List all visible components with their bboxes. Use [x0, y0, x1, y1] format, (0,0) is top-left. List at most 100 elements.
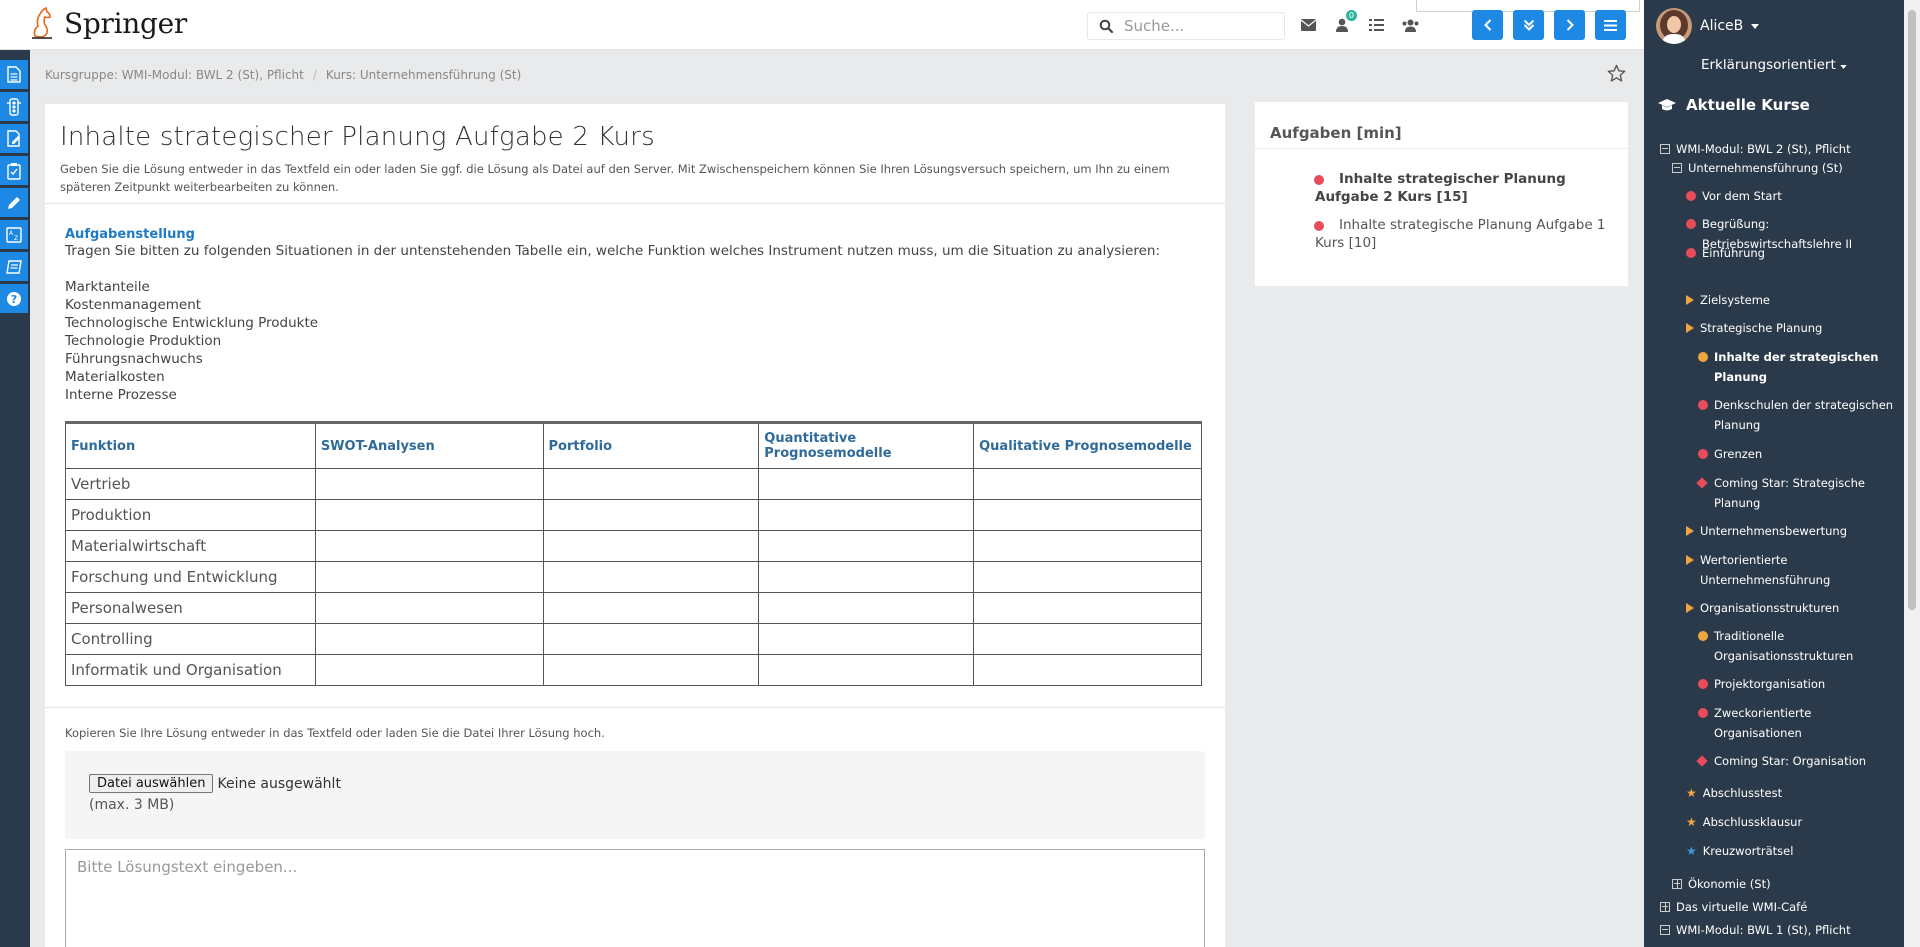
- table-cell[interactable]: [758, 623, 975, 655]
- expand-plus-icon[interactable]: [1672, 879, 1682, 889]
- sidebar-item[interactable]: ★ Abschlussklausur: [1686, 812, 1894, 832]
- sidebar-item[interactable]: Das virtuelle WMI-Café: [1660, 897, 1894, 917]
- scrollbar-thumb[interactable]: [1908, 10, 1916, 610]
- row-label: Produktion: [65, 499, 316, 531]
- table-cell[interactable]: [314, 561, 544, 593]
- table-cell[interactable]: [758, 561, 975, 593]
- double-chevron-down-icon: [1523, 19, 1534, 31]
- sidebar-item-label: Vor dem Start: [1702, 189, 1782, 203]
- sidebar-item[interactable]: WMI-Modul: BWL 2 (St), Pflicht: [1660, 139, 1894, 159]
- breadcrumb-course-group[interactable]: Kursgruppe: WMI-Modul: BWL 2 (St), Pflic…: [45, 68, 304, 82]
- sidebar-item[interactable]: Strategische Planung: [1686, 318, 1894, 338]
- expand-down-button[interactable]: [1513, 10, 1544, 40]
- expand-plus-icon[interactable]: [1660, 902, 1670, 912]
- table-cell[interactable]: [758, 530, 975, 562]
- table-cell[interactable]: [973, 530, 1202, 562]
- sidebar-item[interactable]: Vor dem Start: [1686, 186, 1894, 206]
- sidebar-item[interactable]: Coming Star: Organisation: [1696, 751, 1894, 771]
- status-dot-icon: [1686, 248, 1696, 258]
- sort-az-icon[interactable]: AZ: [0, 220, 28, 249]
- table-cell[interactable]: [542, 499, 760, 531]
- sidebar-item[interactable]: Einführung: [1686, 243, 1894, 263]
- search-icon[interactable]: [1088, 13, 1124, 39]
- left-tool-bar: AZ ?: [0, 50, 30, 947]
- previous-button[interactable]: [1472, 10, 1503, 40]
- user-menu[interactable]: AliceB: [1656, 8, 1760, 44]
- edit-document-icon[interactable]: [0, 124, 28, 153]
- traffic-light-icon[interactable]: [0, 92, 28, 121]
- row-label: Vertrieb: [65, 468, 316, 500]
- sidebar-item[interactable]: Inhalte der strategischen Planung: [1698, 347, 1894, 387]
- document-icon[interactable]: [0, 60, 28, 89]
- table-cell[interactable]: [542, 530, 760, 562]
- table-cell[interactable]: [542, 623, 760, 655]
- table-cell[interactable]: [973, 499, 1202, 531]
- table-row: Vertrieb: [65, 468, 1202, 500]
- clipboard-check-icon[interactable]: [0, 156, 28, 185]
- table-cell[interactable]: [314, 468, 544, 500]
- table-cell[interactable]: [973, 468, 1202, 500]
- bookmark-star-icon[interactable]: [1607, 64, 1626, 87]
- sidebar-item[interactable]: Organisationsstrukturen: [1686, 598, 1894, 618]
- book-icon[interactable]: [0, 252, 28, 281]
- task-link-active[interactable]: Inhalte strategischer Planung Aufgabe 2 …: [1314, 170, 1615, 206]
- table-cell[interactable]: [758, 468, 975, 500]
- table-cell[interactable]: [542, 654, 760, 686]
- next-button[interactable]: [1554, 10, 1585, 40]
- table-cell[interactable]: [973, 623, 1202, 655]
- collapse-minus-icon[interactable]: [1672, 163, 1682, 173]
- sidebar-item[interactable]: Ökonomie (St): [1672, 874, 1894, 894]
- task-link-label: Inhalte strategischer Planung Aufgabe 2 …: [1315, 171, 1566, 205]
- table-cell[interactable]: [314, 530, 544, 562]
- sidebar-item[interactable]: Zielsysteme: [1686, 290, 1894, 310]
- search-input[interactable]: [1124, 17, 1274, 35]
- list-icon[interactable]: [1366, 15, 1386, 35]
- notification-badge: 0: [1345, 10, 1357, 21]
- users-group-icon[interactable]: [1400, 15, 1420, 35]
- table-cell[interactable]: [314, 499, 544, 531]
- scrollbar[interactable]: [1904, 0, 1920, 947]
- table-cell[interactable]: [758, 654, 975, 686]
- breadcrumb-course[interactable]: Kurs: Unternehmensführung (St): [326, 68, 521, 82]
- sidebar-item[interactable]: Traditionelle Organisationsstrukturen: [1698, 626, 1894, 666]
- user-notifications-icon[interactable]: 0: [1332, 10, 1357, 35]
- collapse-minus-icon[interactable]: [1660, 925, 1670, 935]
- table-cell[interactable]: [314, 592, 544, 624]
- sidebar-item[interactable]: Denkschulen der strategischen Planung: [1698, 395, 1894, 435]
- mode-dropdown[interactable]: Erklärungsorientiert: [1644, 57, 1904, 73]
- table-cell[interactable]: [542, 561, 760, 593]
- table-cell[interactable]: [542, 468, 760, 500]
- divider: [1255, 148, 1628, 149]
- horse-logo-icon: [32, 6, 52, 39]
- sidebar-item[interactable]: Coming Star: Strategische Planung: [1696, 473, 1894, 513]
- sidebar-item[interactable]: Zweckorientierte Organisationen: [1698, 703, 1894, 743]
- table-cell[interactable]: [758, 499, 975, 531]
- sidebar-item-label: WMI-Modul: BWL 2 (St), Pflicht: [1676, 142, 1851, 156]
- table-cell[interactable]: [973, 654, 1202, 686]
- sidebar-item[interactable]: Unternehmensbewertung: [1686, 521, 1894, 541]
- help-icon[interactable]: ?: [0, 284, 28, 313]
- pencil-icon[interactable]: [0, 188, 28, 217]
- menu-button[interactable]: [1595, 10, 1626, 40]
- sidebar-item[interactable]: Grenzen: [1698, 444, 1894, 464]
- table-cell[interactable]: [758, 592, 975, 624]
- table-cell[interactable]: [973, 561, 1202, 593]
- table-cell[interactable]: [314, 654, 544, 686]
- envelope-icon[interactable]: [1298, 15, 1318, 35]
- sidebar-item[interactable]: WMI-Modul: BWL 1 (St), Pflicht: [1660, 920, 1894, 940]
- sidebar-item[interactable]: ★ Kreuzworträtsel: [1686, 841, 1894, 861]
- sidebar-item[interactable]: ★ Abschlusstest: [1686, 783, 1894, 803]
- sidebar-item[interactable]: Unternehmensführung (St): [1672, 158, 1894, 178]
- table-cell[interactable]: [973, 592, 1202, 624]
- sidebar-item[interactable]: Wertorientierte Unternehmensführung: [1686, 550, 1894, 590]
- table-cell[interactable]: [314, 623, 544, 655]
- choose-file-button[interactable]: Datei auswählen: [89, 774, 214, 793]
- table-cell[interactable]: [542, 592, 760, 624]
- springer-logo[interactable]: Springer: [28, 6, 187, 40]
- search-box[interactable]: [1087, 12, 1285, 40]
- list-item: Führungsnachwuchs: [65, 351, 203, 367]
- sidebar-item[interactable]: Projektorganisation: [1698, 674, 1894, 694]
- task-link[interactable]: Inhalte strategische Planung Aufgabe 1 K…: [1314, 216, 1615, 252]
- collapse-minus-icon[interactable]: [1660, 144, 1670, 154]
- solution-textarea[interactable]: [65, 849, 1205, 947]
